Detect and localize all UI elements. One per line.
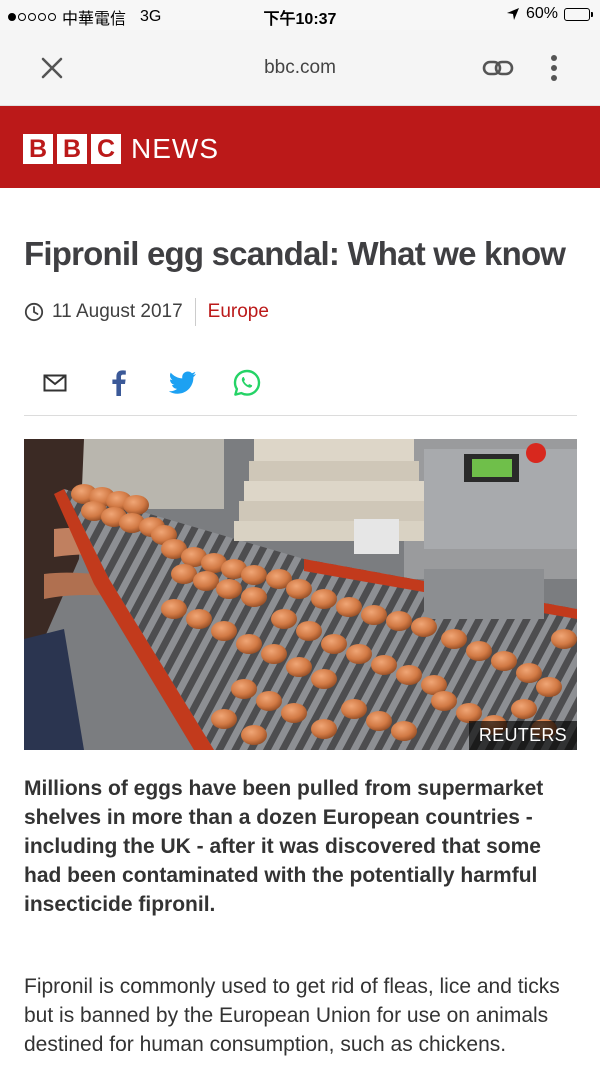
egg [411,617,437,637]
egg [186,609,212,629]
egg [123,495,149,515]
hero-image: REUTERS [24,439,577,750]
share-email-button[interactable] [38,366,72,400]
egg [371,655,397,675]
clock-icon [24,302,44,322]
link-icon [482,60,514,76]
egg [511,699,537,719]
share-twitter-button[interactable] [166,366,200,400]
egg [391,721,417,741]
egg [551,629,577,649]
copy-link-button[interactable] [480,52,516,84]
egg [211,621,237,641]
egg [236,634,262,654]
egg [386,611,412,631]
meta-divider [194,298,196,326]
egg [516,663,542,683]
egg [396,665,422,685]
browser-toolbar: bbc.com [0,30,600,106]
egg [256,691,282,711]
site-header: B B C NEWS [0,106,600,188]
egg [311,589,337,609]
logo-letter: B [57,134,87,164]
egg [241,725,267,745]
egg [536,677,562,697]
email-icon [43,374,67,392]
logo-letter: B [23,134,53,164]
egg [281,703,307,723]
section-link[interactable]: Europe [208,301,269,323]
battery-percent: 60% [525,5,558,22]
article-body: Fipronil is commonly used to get rid of … [24,975,560,1056]
egg [321,634,347,654]
egg [456,703,482,723]
egg-conveyor-illustration [24,439,577,750]
egg [311,669,337,689]
status-bar: 中華電信 3G 下午10:37 60% [0,0,600,30]
image-credit: REUTERS [468,721,577,750]
more-options-button[interactable] [540,50,568,86]
whatsapp-icon [233,369,261,396]
article-date: 11 August 2017 [52,301,183,322]
egg [211,709,237,729]
location-arrow-icon [506,8,519,20]
twitter-icon [169,371,196,394]
egg [431,691,457,711]
egg [346,644,372,664]
egg [296,621,322,641]
more-vertical-icon [551,55,557,81]
egg [341,699,367,719]
egg [336,597,362,617]
egg [286,579,312,599]
egg [241,565,267,585]
facebook-icon [112,370,126,396]
egg [193,571,219,591]
egg [441,629,467,649]
share-bar [24,360,577,416]
logo-news-word: NEWS [131,133,219,164]
egg [231,679,257,699]
share-facebook-button[interactable] [102,366,136,400]
egg [271,609,297,629]
egg [466,641,492,661]
egg [286,657,312,677]
battery-icon [564,7,593,21]
egg [216,579,242,599]
egg [161,599,187,619]
status-right: 60% [506,5,593,23]
egg [261,644,287,664]
bbc-news-logo[interactable]: B B C NEWS [23,134,219,164]
share-whatsapp-button[interactable] [230,366,264,400]
article-intro: Millions of eggs have been pulled from s… [24,777,544,916]
egg [361,605,387,625]
egg [366,711,392,731]
egg [241,587,267,607]
logo-letter: C [91,134,121,164]
egg [491,651,517,671]
article-headline: Fipronil egg scandal: What we know [24,235,566,272]
article-meta: 11 August 2017 Europe [24,298,269,326]
egg [311,719,337,739]
